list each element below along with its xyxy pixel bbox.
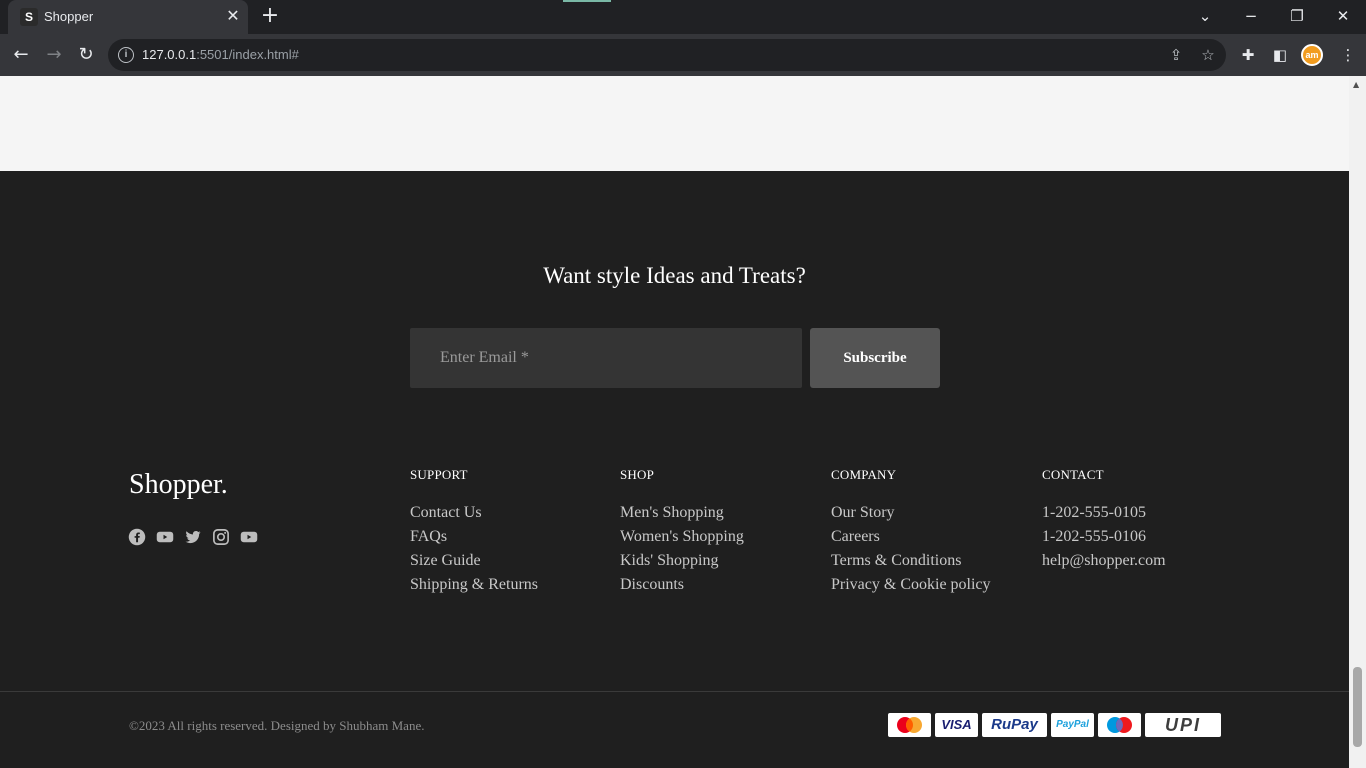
contact-phone-2[interactable]: 1-202-555-0106 (1042, 525, 1166, 549)
tab-strip-accent (563, 0, 611, 2)
site-favicon-icon: S (20, 8, 38, 26)
footer-column-shop: SHOP Men's Shopping Women's Shopping Kid… (620, 467, 744, 597)
content-section-bottom (0, 76, 1349, 171)
footer-brand-logo[interactable]: Shopper. (129, 469, 228, 501)
minimize-icon[interactable]: − (1236, 5, 1266, 27)
social-links (128, 528, 258, 546)
footer-link-kids[interactable]: Kids' Shopping (620, 549, 744, 573)
visa-icon: VISA (935, 713, 978, 737)
copyright-text: ©2023 All rights reserved. Designed by S… (129, 718, 425, 733)
youtube-icon[interactable] (156, 528, 174, 546)
site-footer: Want style Ideas and Treats? Subscribe S… (0, 171, 1349, 768)
column-title: SHOP (620, 467, 655, 482)
footer-link-faqs[interactable]: FAQs (410, 525, 538, 549)
tab-title: Shopper (44, 9, 94, 24)
footer-link-terms[interactable]: Terms & Conditions (831, 549, 991, 573)
footer-link-our-story[interactable]: Our Story (831, 501, 991, 525)
browser-menu-icon[interactable]: ⋮ (1337, 44, 1359, 66)
page-viewport: Want style Ideas and Treats? Subscribe S… (0, 76, 1349, 768)
paypal-icon: PayPal (1051, 713, 1094, 737)
newsletter-title: Want style Ideas and Treats? (543, 263, 806, 288)
back-arrow-icon[interactable]: ← (8, 43, 34, 67)
address-bar[interactable]: i 127.0.0.1:5501/index.html# ⇪ ☆ (108, 39, 1226, 71)
footer-link-womens[interactable]: Women's Shopping (620, 525, 744, 549)
footer-link-mens[interactable]: Men's Shopping (620, 501, 744, 525)
close-window-icon[interactable]: ✕ (1328, 5, 1358, 27)
facebook-icon[interactable] (128, 528, 146, 546)
footer-column-contact: CONTACT 1-202-555-0105 1-202-555-0106 he… (1042, 467, 1166, 573)
footer-link-contact-us[interactable]: Contact Us (410, 501, 538, 525)
footer-link-size-guide[interactable]: Size Guide (410, 549, 538, 573)
tab-close-icon[interactable]: ✕ (224, 7, 242, 25)
side-panel-icon[interactable]: ◧ (1269, 44, 1291, 66)
browser-tab-bar: S Shopper ✕ + ⌄ − ❐ ✕ (0, 0, 1366, 34)
footer-link-shipping-returns[interactable]: Shipping & Returns (410, 573, 538, 597)
contact-email[interactable]: help@shopper.com (1042, 549, 1166, 573)
contact-phone-1[interactable]: 1-202-555-0105 (1042, 501, 1166, 525)
browser-tab[interactable]: S Shopper ✕ (8, 0, 248, 34)
youtube-icon[interactable] (240, 528, 258, 546)
column-title: COMPANY (831, 467, 897, 482)
site-info-icon[interactable]: i (118, 47, 134, 63)
forward-arrow-icon[interactable]: → (41, 43, 67, 67)
twitter-icon[interactable] (184, 528, 202, 546)
browser-toolbar: ← → ↻ i 127.0.0.1:5501/index.html# ⇪ ☆ ✚… (0, 34, 1366, 76)
footer-divider (0, 691, 1349, 692)
instagram-icon[interactable] (212, 528, 230, 546)
column-title: CONTACT (1042, 467, 1104, 482)
footer-link-discounts[interactable]: Discounts (620, 573, 744, 597)
mastercard-icon (888, 713, 931, 737)
subscribe-button[interactable]: Subscribe (810, 328, 940, 388)
url-text[interactable]: 127.0.0.1:5501/index.html# (142, 47, 299, 62)
bookmark-star-icon[interactable]: ☆ (1198, 45, 1218, 65)
footer-column-company: COMPANY Our Story Careers Terms & Condit… (831, 467, 991, 597)
scroll-up-arrow-icon[interactable]: ▲ (1353, 80, 1359, 89)
page-scrollbar[interactable]: ▲ (1349, 76, 1366, 768)
upi-icon: UPI (1145, 713, 1221, 737)
extensions-puzzle-icon[interactable]: ✚ (1237, 44, 1259, 66)
email-input[interactable] (410, 328, 802, 388)
scrollbar-thumb[interactable] (1353, 667, 1362, 747)
new-tab-icon[interactable]: + (258, 5, 282, 29)
tab-search-chevron-icon[interactable]: ⌄ (1190, 5, 1220, 27)
footer-link-privacy[interactable]: Privacy & Cookie policy (831, 573, 991, 597)
reload-icon[interactable]: ↻ (73, 43, 99, 67)
rupay-icon: RuPay (982, 713, 1047, 737)
profile-avatar[interactable]: am (1301, 44, 1323, 66)
column-title: SUPPORT (410, 467, 468, 482)
share-icon[interactable]: ⇪ (1166, 45, 1186, 65)
footer-link-careers[interactable]: Careers (831, 525, 991, 549)
restore-icon[interactable]: ❐ (1282, 5, 1312, 27)
footer-column-support: SUPPORT Contact Us FAQs Size Guide Shipp… (410, 467, 538, 597)
maestro-icon (1098, 713, 1141, 737)
